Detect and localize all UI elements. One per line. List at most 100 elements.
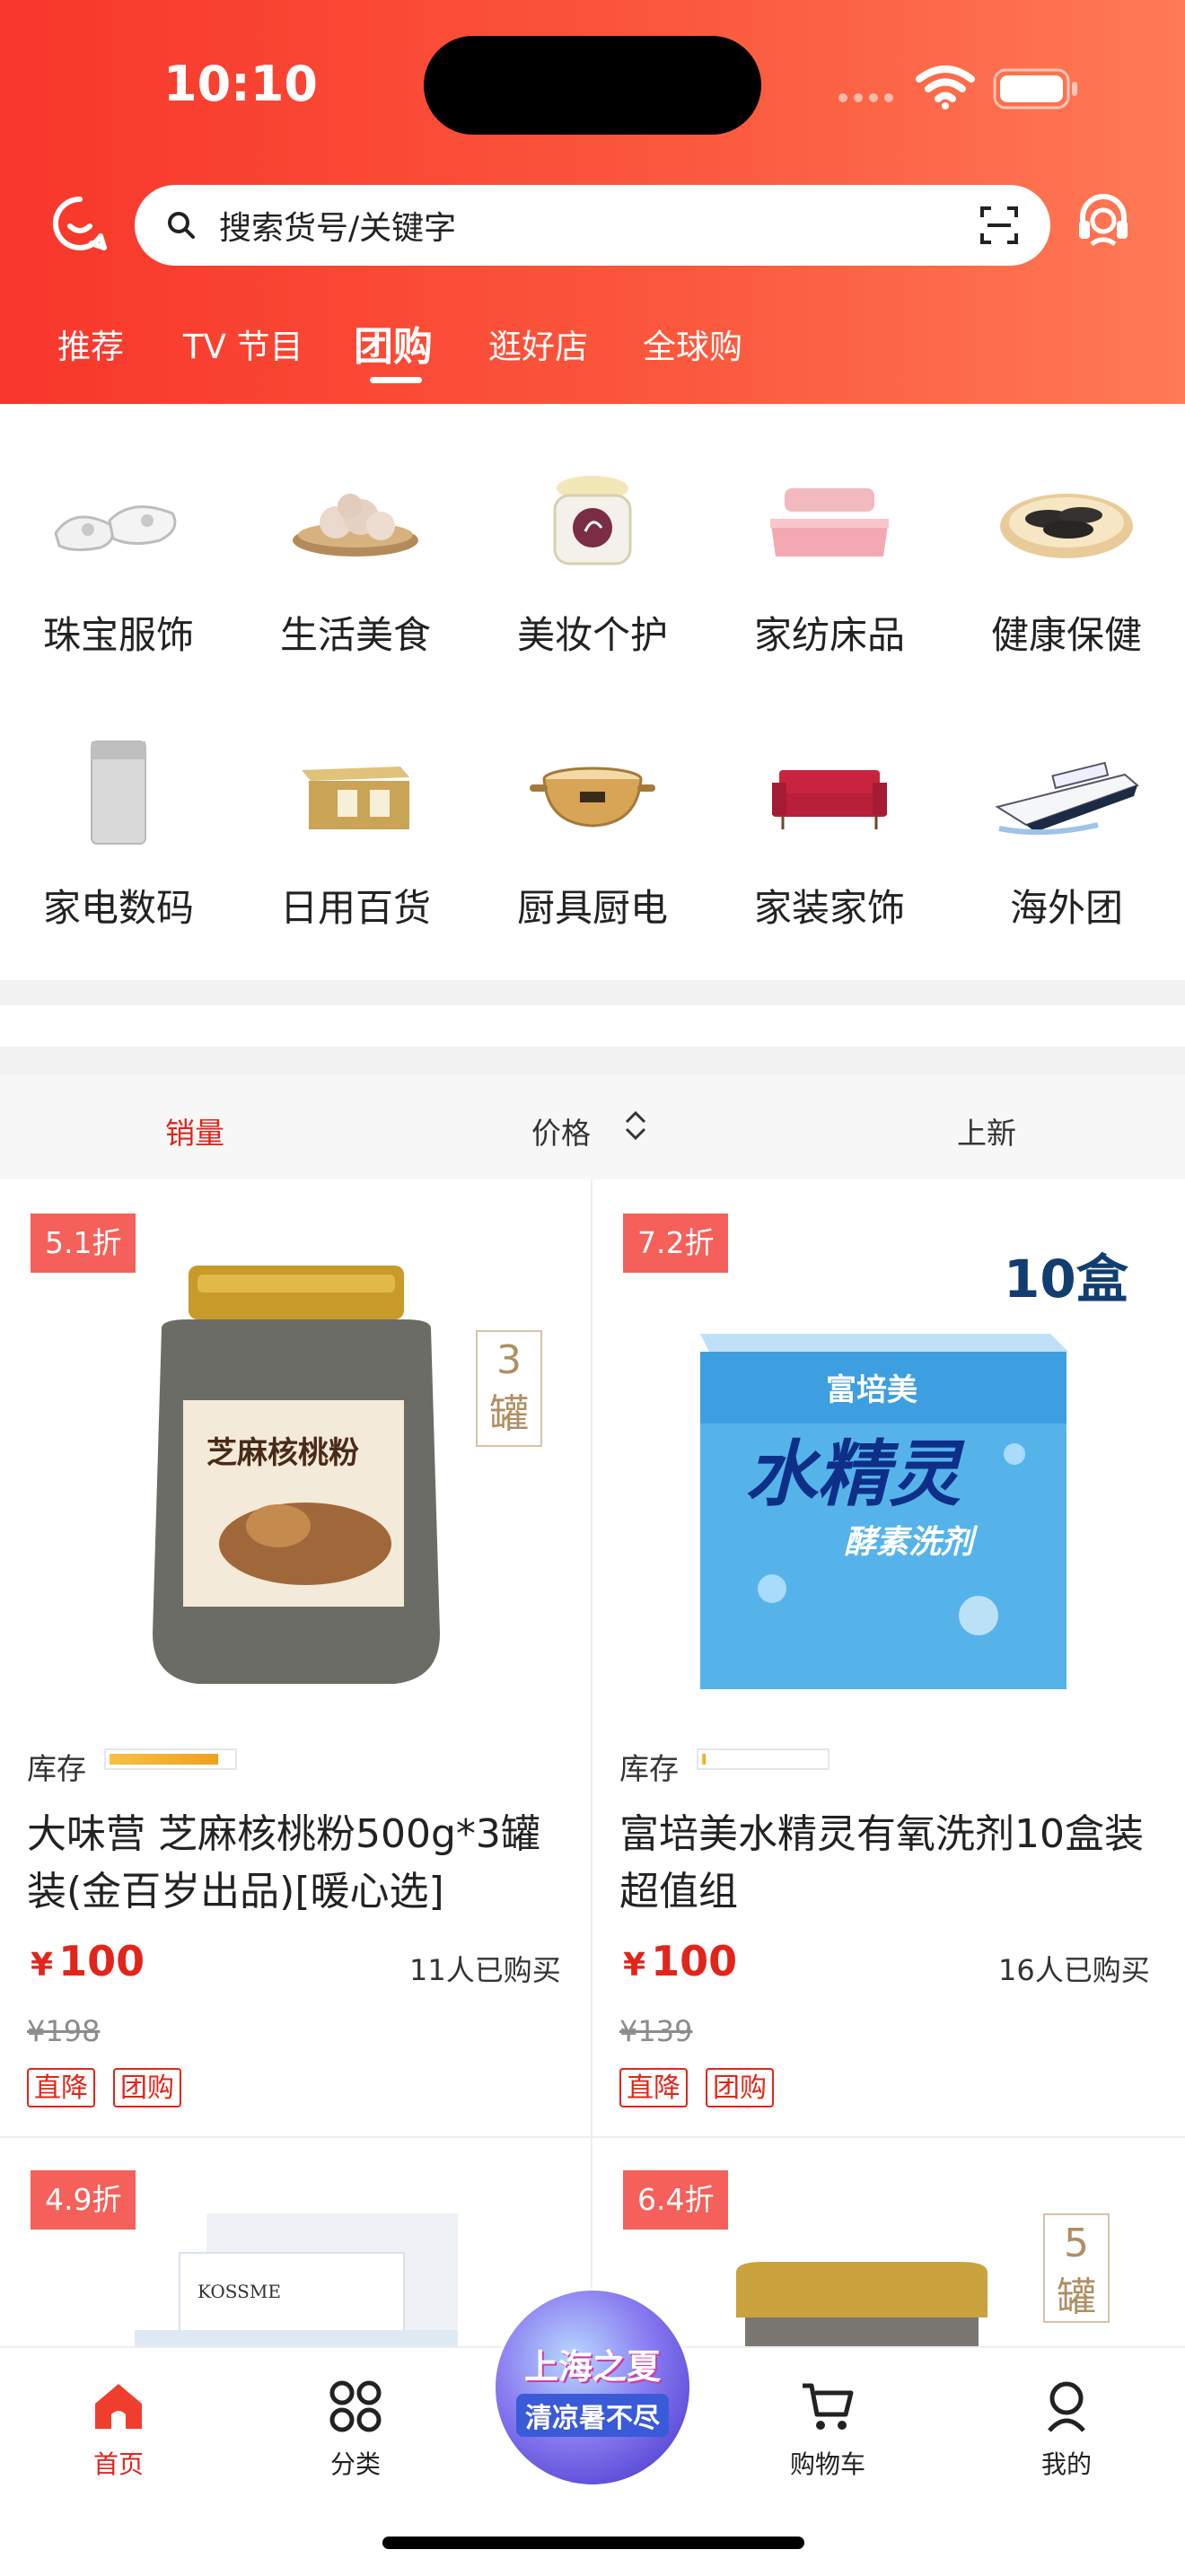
bedding-icon: [749, 452, 910, 587]
search-placeholder[interactable]: 搜索货号/关键字: [219, 202, 456, 249]
product-image: 芝麻核桃粉: [153, 1266, 440, 1684]
stock-bar: [104, 1748, 237, 1770]
home-indicator: [382, 2537, 804, 2549]
quantity-unit: 罐: [489, 1391, 529, 1437]
category-label: 健康保健: [990, 613, 1142, 657]
sort-toggle-icon[interactable]: [621, 1108, 650, 1143]
battery-icon: [993, 68, 1077, 110]
sea-cucumber-icon: [986, 452, 1147, 587]
category-overseas[interactable]: 海外团: [948, 725, 1185, 933]
header: 10:10 搜索货号/关键字 推荐 TV 节目 团购 逛好店 全球购: [0, 0, 1185, 404]
promo-line-2: 清凉暑不尽: [516, 2393, 669, 2437]
cream-jar-icon: [512, 452, 673, 587]
product-image-text: 水精灵: [745, 1433, 965, 1516]
tab-tv-programs[interactable]: TV 节目: [183, 320, 303, 368]
category-label: 海外团: [1009, 886, 1123, 930]
promo-line-1: 上海之夏: [523, 2346, 661, 2387]
message-icon[interactable]: [50, 194, 110, 253]
category-label: 家纺床品: [753, 613, 905, 657]
active-tab-indicator: [370, 377, 422, 383]
tab-recommend[interactable]: 推荐: [57, 320, 124, 368]
buyers-count: 16人已购买: [998, 1953, 1150, 1987]
nav-cart-label: 购物车: [789, 2449, 865, 2479]
shrimp-icon: [275, 452, 436, 587]
quantity-number: 5: [1064, 2221, 1089, 2266]
category-jewelry-apparel[interactable]: 珠宝服饰: [0, 452, 237, 660]
tab-group-buy[interactable]: 团购: [354, 314, 433, 372]
profile-icon: [1048, 2381, 1085, 2432]
discount-badge: 5.1折: [31, 1214, 136, 1273]
product-title[interactable]: 富培美水精灵有氧洗剂10盒装超值组: [619, 1806, 1158, 1921]
sort-by-sales[interactable]: 销量: [165, 1109, 224, 1152]
box-count-label: 10盒: [1004, 1249, 1128, 1310]
tag-price-drop: 直降: [27, 2068, 95, 2107]
cruise-ship-icon: [986, 725, 1147, 860]
wifi-icon: [916, 66, 975, 110]
quantity-unit: 罐: [1057, 2274, 1096, 2320]
category-kitchen[interactable]: 厨具厨电: [474, 725, 711, 933]
section-divider: [0, 1047, 1185, 1075]
currency-symbol: ¥: [31, 1947, 54, 1984]
category-daily-goods[interactable]: 日用百货: [237, 725, 474, 933]
cellular-signal-icon: [838, 93, 893, 102]
nav-home[interactable]: 首页: [47, 2379, 190, 2481]
category-bedding[interactable]: 家纺床品: [711, 452, 948, 660]
sofa-icon: [749, 725, 910, 860]
promo-bubble-button[interactable]: 上海之夏 清凉暑不尽: [496, 2291, 689, 2484]
price-value: 100: [58, 1937, 145, 1985]
discount-badge: 6.4折: [623, 2170, 729, 2230]
tab-global[interactable]: 全球购: [643, 320, 742, 368]
stock-label: 库存: [619, 1751, 679, 1786]
nav-category-label: 分类: [329, 2449, 381, 2479]
scan-icon[interactable]: [979, 205, 1020, 246]
category-label: 厨具厨电: [516, 886, 668, 930]
nav-mine-label: 我的: [1040, 2449, 1092, 2479]
currency-symbol: ¥: [623, 1947, 646, 1984]
category-label: 家装家饰: [753, 886, 905, 930]
discount-badge: 4.9折: [31, 2170, 136, 2230]
dynamic-island: [424, 36, 761, 135]
home-icon: [95, 2384, 142, 2429]
category-home-decor[interactable]: 家装家饰: [711, 725, 948, 933]
product-image: 富培美 水精灵 酵素洗剂: [700, 1334, 1068, 1689]
tag-price-drop: 直降: [619, 2068, 688, 2107]
nav-home-label: 首页: [92, 2449, 144, 2479]
stock-fill: [702, 1754, 706, 1765]
nav-cart[interactable]: 购物车: [756, 2379, 900, 2481]
tag-group-buy: 团购: [706, 2068, 774, 2107]
category-label: 日用百货: [279, 886, 431, 930]
card-divider: [0, 2136, 1185, 2138]
tab-shops[interactable]: 逛好店: [488, 320, 588, 368]
stock-label: 库存: [27, 1751, 86, 1786]
product-price: ¥100: [31, 1937, 145, 1985]
category-health[interactable]: 健康保健: [948, 452, 1185, 660]
category-beauty[interactable]: 美妆个护: [474, 452, 711, 660]
original-price: ¥198: [27, 2014, 101, 2048]
product-image-subtext: 酵素洗剂: [844, 1524, 979, 1561]
category-food[interactable]: 生活美食: [237, 452, 474, 660]
cart-icon: [803, 2383, 854, 2430]
sort-by-price[interactable]: 价格: [531, 1109, 591, 1152]
product-title[interactable]: 大味营 芝麻核桃粉500g*3罐装(金百岁出品)[暖心选]: [27, 1806, 566, 1921]
search-icon: [168, 212, 195, 239]
customer-service-icon[interactable]: [1074, 192, 1133, 251]
cooking-pot-icon: [512, 725, 673, 860]
section-divider: [0, 980, 1185, 1005]
category-label: 珠宝服饰: [42, 613, 194, 657]
quantity-number: 3: [496, 1337, 522, 1383]
buyers-count: 11人已购买: [409, 1953, 561, 1987]
nav-category[interactable]: 分类: [284, 2379, 427, 2481]
nav-mine[interactable]: 我的: [995, 2379, 1138, 2481]
status-time: 10:10: [163, 56, 318, 112]
search-bar[interactable]: 搜索货号/关键字: [135, 185, 1050, 266]
product-image-brand: 富培美: [826, 1372, 917, 1408]
category-label: 美妆个护: [516, 613, 668, 657]
sort-by-new[interactable]: 上新: [957, 1109, 1016, 1152]
stock-bar: [697, 1748, 830, 1770]
price-value: 100: [651, 1937, 738, 1985]
category-appliances[interactable]: 家电数码: [0, 725, 237, 933]
sort-bar: 销量 价格 上新: [0, 1075, 1185, 1179]
top-tabs: 推荐 TV 节目 团购 逛好店 全球购: [0, 320, 1185, 373]
washing-machine-icon: [38, 725, 199, 860]
card-divider: [591, 1179, 592, 2346]
